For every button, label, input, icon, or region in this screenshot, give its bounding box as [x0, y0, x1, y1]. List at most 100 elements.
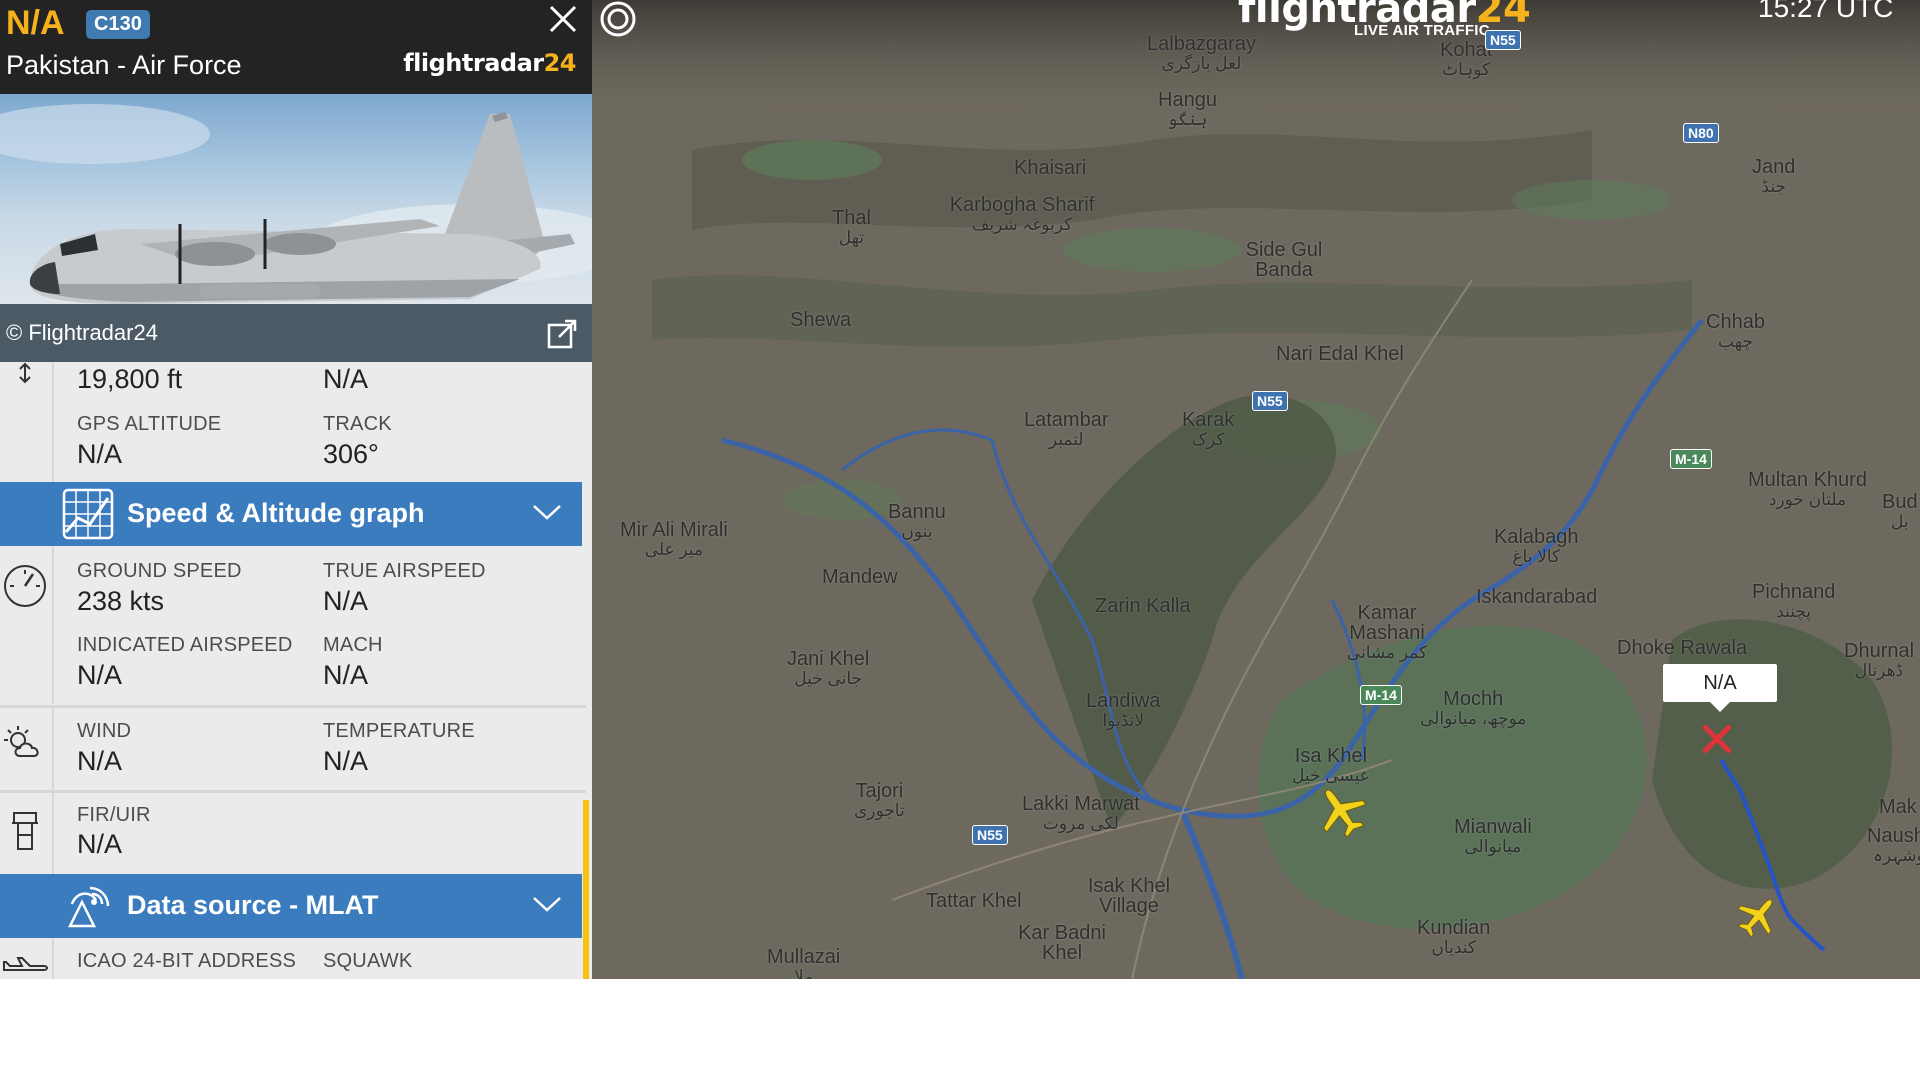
map-place-label: Kar Badni Khel — [1018, 922, 1106, 964]
weather-icon — [4, 726, 39, 757]
map-place-label: Chhab چھب — [1706, 311, 1765, 351]
map-place-label: Jand جنڈ — [1752, 156, 1796, 196]
flight-id: N/A — [6, 4, 65, 42]
true-airspeed-value: N/A — [323, 586, 369, 616]
selected-aircraft-tooltip[interactable]: N/A — [1663, 664, 1777, 702]
indicated-airspeed-value: N/A — [77, 660, 123, 690]
close-icon[interactable] — [546, 2, 580, 36]
road-shield: M-14 — [1360, 685, 1402, 705]
map-place-label: Thal تھل — [832, 207, 871, 247]
gps-altitude-label: GPS ALTITUDE — [77, 413, 222, 435]
map-place-label: Pichnand پچنند — [1752, 581, 1836, 621]
road-shield: N80 — [1683, 123, 1719, 143]
photo-credit[interactable]: © Flightradar24 — [6, 320, 158, 346]
ground-speed-label: GROUND SPEED — [77, 560, 242, 582]
photo-credit-bar: © Flightradar24 — [0, 304, 592, 362]
mach-label: MACH — [323, 634, 383, 656]
vertical-arrows-icon — [19, 362, 31, 384]
map-place-label: Kundian کندیاں — [1417, 917, 1491, 957]
selected-aircraft-marker-icon[interactable] — [1698, 718, 1738, 758]
altitude-section: 19,800 ft N/A GPS ALTITUDE TRACK N/A 306… — [0, 362, 586, 482]
weather-section: WIND TEMPERATURE N/A N/A — [0, 708, 586, 790]
terrain-layer — [592, 0, 1920, 979]
map-place-label: Mandew — [822, 566, 898, 588]
tooltip-pointer-icon — [1710, 702, 1730, 712]
aircraft-icon — [3, 957, 48, 971]
panel-header: N/A C130 Pakistan - Air Force flightrada… — [0, 0, 592, 94]
map-place-label: Isak Khel Village — [1087, 875, 1171, 917]
road-shield: M-14 — [1670, 449, 1712, 469]
indicated-airspeed-label: INDICATED AIRSPEED — [77, 634, 293, 656]
data-source-title: Data source - MLAT — [127, 890, 379, 920]
flightradar24-logo-icon — [600, 1, 636, 37]
map-place-label: Khaisari — [1014, 157, 1087, 179]
map-place-label: Dhoke Rawala — [1617, 637, 1748, 659]
map-place-label: Landiwa لانڈیوا — [1086, 690, 1161, 730]
map-place-label: Isa Khel عیسی خیل — [1292, 745, 1370, 785]
map-place-label: Latambar لتمبر — [1024, 409, 1109, 449]
aircraft-photo[interactable] — [0, 94, 592, 304]
map-place-label: Mak — [1879, 796, 1917, 818]
map-place-label: Zarin Kalla — [1095, 595, 1191, 617]
map-place-label: Mir Ali Mirali میر علی — [620, 519, 728, 559]
aircraft-type-badge[interactable]: C130 — [86, 10, 150, 39]
aircraft-marker-icon[interactable] — [1313, 783, 1369, 839]
speed-altitude-graph-title: Speed & Altitude graph — [127, 498, 425, 528]
icao-address-label: ICAO 24-BIT ADDRESS — [77, 950, 297, 972]
barometric-altitude-value: 19,800 ft — [77, 364, 183, 394]
data-source-toggle[interactable]: Data source - MLAT — [0, 874, 582, 938]
external-link-icon[interactable] — [546, 318, 578, 350]
graph-grid-icon — [62, 488, 114, 540]
map-place-label: Lalbazgaray لعل بازگری — [1147, 33, 1256, 73]
map-place-label: Karbogha Sharif کربوغہ شریف — [949, 194, 1095, 234]
speedometer-icon — [4, 565, 46, 607]
fir-uir-value: N/A — [77, 829, 123, 859]
map-place-label: Karak کرک — [1182, 409, 1235, 449]
fir-section: FIR/UIR N/A — [0, 793, 586, 874]
map-place-label: Shewa — [790, 309, 852, 331]
chevron-down-icon — [533, 505, 561, 520]
road-shield: N55 — [1485, 30, 1521, 50]
track-label: TRACK — [323, 413, 392, 435]
antenna-icon — [67, 886, 110, 928]
flightradar24-logo: flightradar24 — [403, 49, 576, 77]
map-place-label: Lakki Marwat لکی مروت — [1022, 793, 1140, 833]
map-place-label: Nausheنوشہرہ — [1867, 825, 1920, 865]
map-place-label: Nari Edal Khel — [1276, 343, 1404, 365]
road-shield: N55 — [1252, 391, 1288, 411]
ground-speed-value: 238 kts — [77, 586, 165, 616]
map-place-label: Multan Khurd ملتان خورد — [1748, 469, 1867, 509]
control-tower-icon — [12, 812, 38, 850]
speed-altitude-graph-toggle[interactable]: Speed & Altitude graph — [0, 482, 582, 546]
wind-label: WIND — [77, 720, 132, 742]
map-place-label: Kalabagh کالا باغ — [1494, 526, 1579, 566]
fir-uir-label: FIR/UIR — [77, 804, 151, 826]
map-place-label: Side Gul Banda — [1245, 239, 1323, 281]
live-air-traffic-tagline: LIVE AIR TRAFFIC — [1354, 22, 1490, 39]
aircraft-marker-icon[interactable] — [1735, 893, 1781, 939]
true-airspeed-label: TRUE AIRSPEED — [323, 560, 486, 582]
flight-details-panel: N/A C130 Pakistan - Air Force flightrada… — [0, 0, 592, 979]
map-place-label: Mullazai ملا — [767, 946, 841, 979]
track-value: 306° — [323, 439, 379, 469]
gps-altitude-value: N/A — [77, 439, 123, 469]
identity-section: ICAO 24-BIT ADDRESS SQUAWK — [0, 938, 586, 979]
temperature-label: TEMPERATURE — [323, 720, 475, 742]
airline-name[interactable]: Pakistan - Air Force — [6, 50, 242, 81]
wind-value: N/A — [77, 746, 123, 776]
chevron-down-icon — [533, 897, 561, 912]
panel-scrollbar[interactable] — [583, 800, 589, 979]
map-place-label: Tajori تاجوری — [854, 780, 905, 820]
speed-section: GROUND SPEED TRUE AIRSPEED 238 kts N/A I… — [0, 546, 586, 704]
map-place-label: Bannu بنوں — [888, 501, 946, 541]
vertical-speed-value: N/A — [323, 364, 369, 394]
live-map[interactable]: flightradar24 LIVE AIR TRAFFIC 15:27 UTC… — [592, 0, 1920, 979]
map-place-label: Mochh موچھ، میانوالی — [1420, 688, 1527, 728]
temperature-value: N/A — [323, 746, 369, 776]
map-place-label: Dhurnal ڈھرنال — [1844, 640, 1915, 680]
map-place-label: Mianwali میانوالی — [1454, 816, 1532, 856]
map-place-label: Kamar Mashani کمر مشانی — [1346, 602, 1428, 662]
utc-clock: 15:27 UTC — [1758, 0, 1894, 23]
mach-value: N/A — [323, 660, 369, 690]
squawk-label: SQUAWK — [323, 950, 413, 972]
